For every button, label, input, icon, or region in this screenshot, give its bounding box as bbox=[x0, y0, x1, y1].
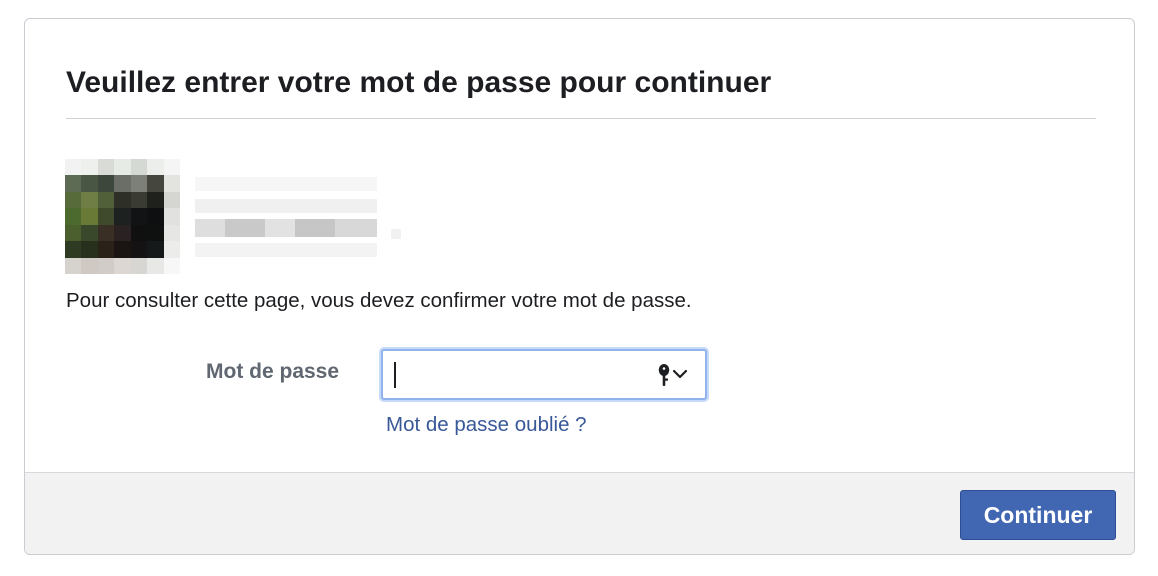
password-input[interactable] bbox=[383, 351, 663, 398]
password-field[interactable] bbox=[381, 349, 707, 400]
account-info bbox=[65, 159, 405, 274]
title-divider bbox=[66, 118, 1096, 119]
key-icon bbox=[658, 364, 688, 386]
password-confirm-dialog: Veuillez entrer votre mot de passe pour … bbox=[24, 18, 1135, 555]
forgot-password-link[interactable]: Mot de passe oublié ? bbox=[386, 413, 587, 437]
password-label: Mot de passe bbox=[206, 360, 340, 383]
continue-button[interactable]: Continuer bbox=[960, 490, 1116, 540]
instruction-text: Pour consulter cette page, vous devez co… bbox=[66, 289, 692, 312]
password-autofill-button[interactable] bbox=[655, 361, 697, 389]
text-caret bbox=[394, 362, 396, 388]
account-name-redacted bbox=[195, 159, 401, 274]
dialog-title: Veuillez entrer votre mot de passe pour … bbox=[66, 66, 772, 99]
avatar bbox=[65, 159, 180, 274]
chevron-down-icon bbox=[672, 369, 688, 379]
